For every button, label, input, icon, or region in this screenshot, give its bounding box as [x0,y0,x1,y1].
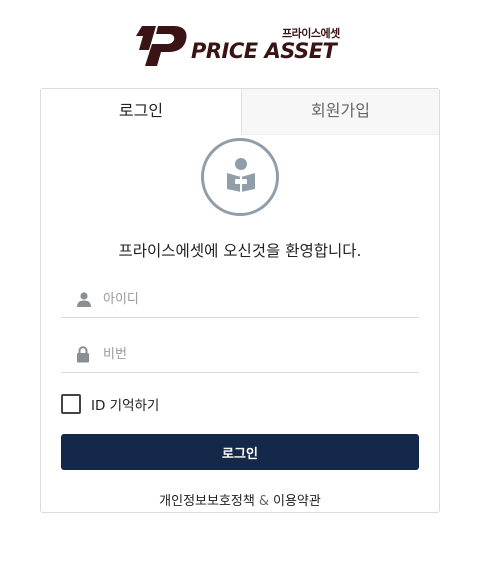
privacy-policy-link[interactable]: 개인정보보호정책 [159,494,255,509]
avatar [201,138,279,216]
password-input[interactable] [103,340,403,368]
remember-id-label: ID 기억하기 [91,398,160,414]
footer-links: 개인정보보호정책 & 이용약관 [41,490,439,509]
id-field [61,282,419,318]
tab-login[interactable]: 로그인 [41,89,241,135]
user-icon [77,292,91,307]
tab-signup[interactable]: 회원가입 [241,89,439,135]
login-page: 프라이스에셋 PRICE ASSET 로그인 회원가입 프라이스에셋에 오신것을… [0,0,485,564]
password-field [61,337,419,373]
login-card: 로그인 회원가입 프라이스에셋에 오신것을 환영합니다. 아이디 ID 기억하기… [40,88,440,513]
terms-link[interactable]: 이용약관 [273,494,321,509]
lock-icon [77,346,89,363]
price-asset-logo-icon [136,26,187,66]
login-button[interactable]: 로그인 [61,434,419,470]
remember-id-checkbox[interactable] [61,394,81,414]
brand-name: PRICE ASSET [191,39,337,63]
reader-icon [227,158,255,192]
auth-tabs: 로그인 회원가입 [41,89,439,135]
footer-separator: & [258,494,269,509]
welcome-message: 프라이스에셋에 오신것을 환영합니다. [118,242,362,260]
id-input[interactable] [103,285,403,313]
brand-logo: 프라이스에셋 PRICE ASSET [134,22,349,70]
remember-id-toggle[interactable]: ID 기억하기 [61,393,159,415]
